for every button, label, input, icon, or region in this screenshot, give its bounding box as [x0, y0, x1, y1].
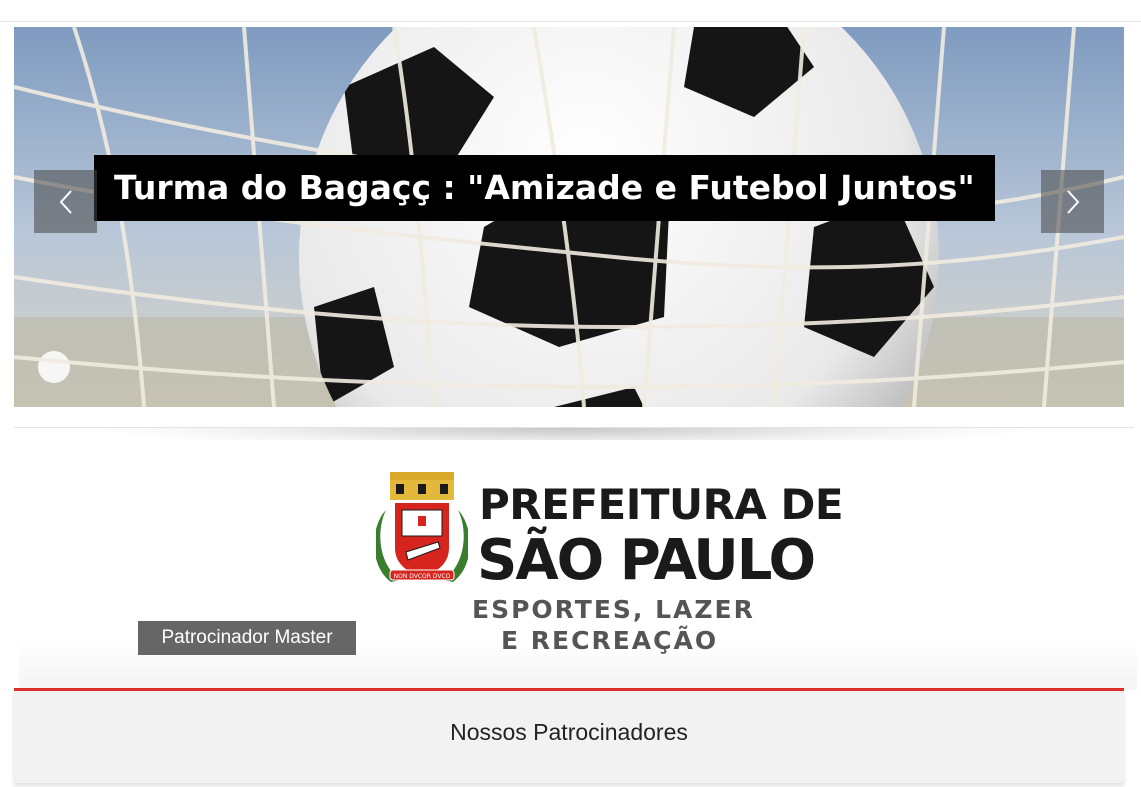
- slide-caption: Turma do Bagaçç : "Amizade e Futebol Jun…: [94, 155, 995, 221]
- chevron-right-icon: [1066, 189, 1079, 214]
- slider-prev-button[interactable]: [34, 170, 97, 233]
- image-slider[interactable]: Turma do Bagaçç : "Amizade e Futebol Jun…: [14, 27, 1124, 407]
- sponsor-tier-badge: Patrocinador Master: [138, 621, 356, 655]
- logo-line-2: SÃO PAULO: [477, 528, 816, 593]
- prefeitura-sao-paulo-logo[interactable]: NON DVCOR DVCO PREFEITURA DE SÃO PAULO E…: [376, 470, 846, 660]
- sao-paulo-crest-icon: NON DVCOR DVCO: [376, 472, 468, 582]
- chevron-left-icon: [59, 189, 72, 214]
- slider-next-button[interactable]: [1041, 170, 1104, 233]
- partners-title: Nossos Patrocinadores: [450, 719, 688, 745]
- logo-line-1: PREFEITURA DE: [479, 480, 844, 529]
- crest-motto: NON DVCOR DVCO: [394, 573, 451, 580]
- top-bar: [0, 0, 1141, 22]
- logo-line-3: ESPORTES, LAZER: [472, 595, 755, 624]
- logo-line-4: E RECREAÇÃO: [501, 626, 719, 655]
- partners-section: Nossos Patrocinadores: [14, 691, 1124, 783]
